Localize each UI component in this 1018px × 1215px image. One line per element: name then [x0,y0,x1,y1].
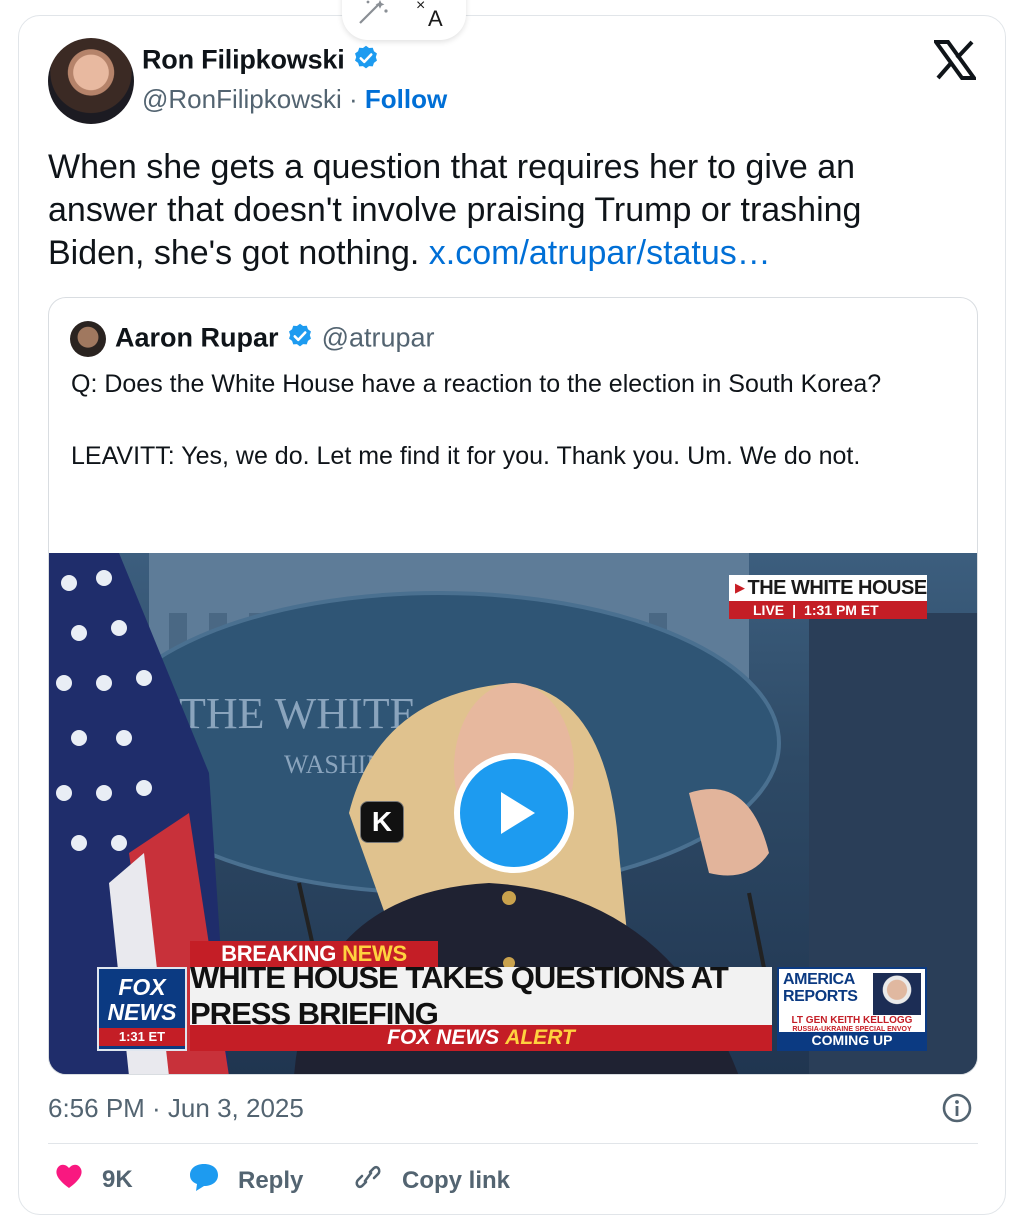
like-count: 9K [102,1165,133,1193]
reply-button[interactable]: Reply [188,1162,303,1199]
live-label: LIVE [753,602,785,618]
floating-toolbar: × A [342,0,466,40]
svg-text:A: A [428,6,443,28]
reply-label: Reply [238,1166,304,1194]
author-name-text[interactable]: Ron Filipkowski [142,45,345,75]
svg-text:×: × [416,0,425,14]
k-app-icon[interactable]: K [360,801,404,843]
heart-icon [54,1162,84,1197]
quoted-author-handle[interactable]: @atrupar [322,323,435,353]
divider [48,1143,978,1144]
america-reports-title: AMERICA REPORTS [783,971,858,1005]
like-button[interactable]: 9K [54,1162,133,1197]
info-icon[interactable] [941,1092,973,1124]
tweet-body: When she gets a question that requires h… [48,146,948,275]
author-handle[interactable]: @RonFilipkowski [142,84,342,114]
reply-icon [188,1162,220,1199]
link-icon [352,1162,384,1199]
tweet-timestamp[interactable]: 6:56 PM · Jun 3, 2025 [48,1093,304,1124]
wand-icon[interactable] [354,0,390,32]
tweet-link[interactable]: x.com/atrupar/status… [429,234,771,272]
quoted-author: Aaron Rupar @atrupar [115,322,435,357]
quoted-tweet[interactable]: Aaron Rupar @atrupar Q: Does the White H… [48,297,978,1075]
america-reports-promo: AMERICA REPORTS LT GEN KEITH KELLOGG RUS… [777,967,927,1051]
fox-news-alert: FOX NEWS ALERT [190,1025,772,1051]
news-headline: WHITE HOUSE TAKES QUESTIONS AT PRESS BRI… [190,960,772,1031]
seal-text: THE WHITE [179,689,416,738]
tweet-actions: 9K Reply Copy link [48,1162,978,1194]
guest-photo [873,973,921,1015]
handle-separator: · [349,84,358,114]
play-icon [501,792,535,834]
quoted-author-name[interactable]: Aaron Rupar [115,323,279,353]
follow-button[interactable]: Follow [365,84,447,114]
guest-name: LT GEN KEITH KELLOGG [791,1015,913,1026]
play-button[interactable] [454,753,574,873]
live-bug: ▶ THE WHITE HOUSE LIVE | 1:31 PM ET [729,575,927,619]
verified-badge-icon [286,322,314,357]
verified-badge-icon [352,44,380,79]
author-name[interactable]: Ron Filipkowski [142,44,380,79]
copy-link-label: Copy link [402,1166,511,1194]
news-lower-third: BREAKING NEWS FOX NEWS 1:31 ET WHITE HOU… [97,941,933,1051]
live-bug-title: THE WHITE HOUSE [747,576,928,599]
translate-icon[interactable]: × A [414,0,454,33]
x-logo-icon[interactable] [932,40,978,80]
quoted-avatar[interactable] [70,321,106,357]
fox-news-logo: FOX NEWS 1:31 ET [97,967,187,1051]
video-player[interactable]: THE WHITE WASHIN ▶ THE WHITE HOUSE LIVE … [49,553,977,1074]
author-avatar[interactable] [48,38,134,124]
author-handle-row: @RonFilipkowski · Follow [142,84,447,115]
quoted-text: Q: Does the White House have a reaction … [71,370,882,470]
coming-up-label: COMING UP [779,1032,925,1049]
copy-link-button[interactable]: Copy link [352,1162,510,1199]
live-time: 1:31 PM ET [804,602,879,618]
